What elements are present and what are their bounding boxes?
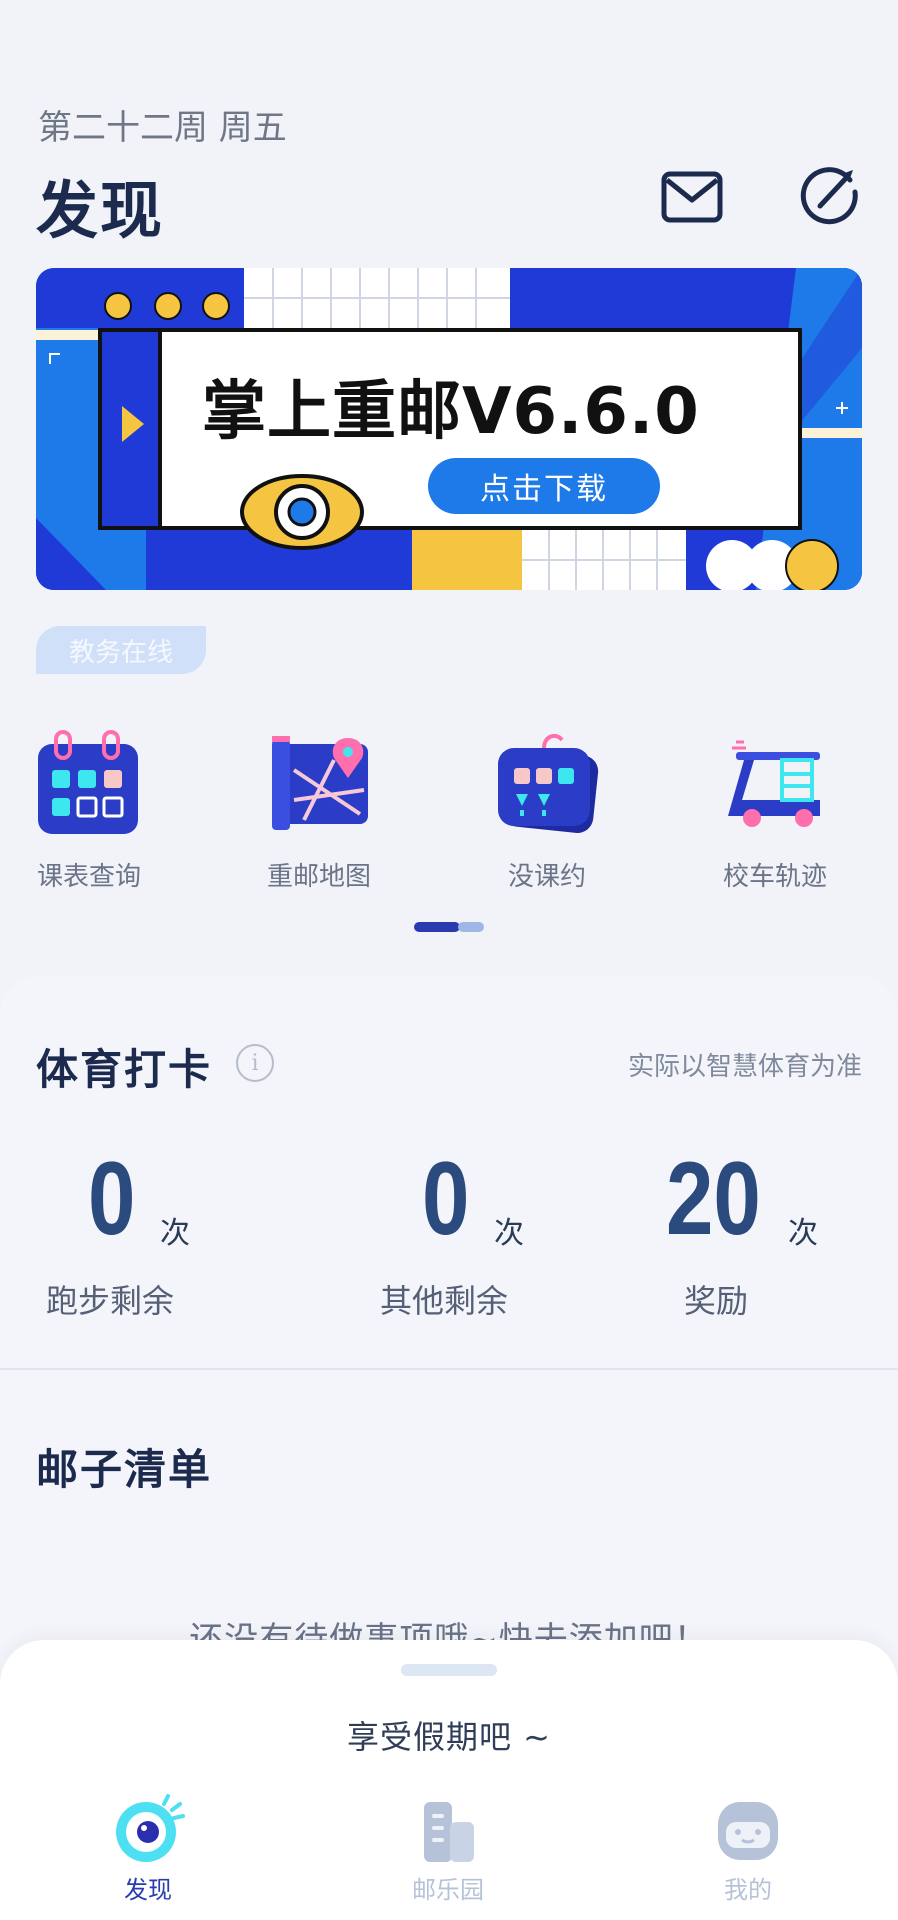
discover-eye-icon	[116, 1794, 185, 1862]
schedule-match-icon	[498, 733, 599, 834]
nav-label: 邮乐园	[412, 1876, 484, 1904]
sports-title: 体育打卡	[36, 1045, 213, 1094]
profile-face-icon	[718, 1802, 778, 1860]
shortcut-label: 没课约	[507, 862, 586, 892]
sheet-message: 享受假期吧 ~	[347, 1718, 551, 1756]
info-icon[interactable]: i	[236, 1044, 274, 1082]
promo-banner[interactable]: 掌上重邮V6.6.0 点击下载	[36, 268, 862, 590]
nav-label: 发现	[124, 1876, 172, 1904]
todo-title: 邮子清单	[36, 1445, 213, 1494]
shortcut-label: 校车轨迹	[722, 862, 827, 892]
nav-tab-discover[interactable]: 发现	[88, 1792, 208, 1905]
shortcut-label: 重邮地图	[266, 862, 371, 892]
week-label: 第二十二周 周五	[38, 108, 287, 148]
banner-title: 掌上重邮V6.6.0	[202, 375, 700, 449]
reward-value: 20	[666, 1141, 761, 1257]
reward-label: 奖励	[684, 1282, 749, 1320]
shortcut-free-time[interactable]: 没课约	[472, 730, 622, 893]
run-remaining-value: 0	[88, 1141, 136, 1257]
page-title: 发现	[36, 174, 165, 247]
divider	[0, 1368, 898, 1370]
nav-tab-mine[interactable]: 我的	[688, 1792, 808, 1905]
other-remaining-unit: 次	[494, 1216, 524, 1251]
building-icon	[424, 1802, 474, 1862]
shortcut-shuttle-bus[interactable]: 校车轨迹	[700, 730, 850, 893]
run-remaining-unit: 次	[160, 1216, 190, 1251]
shortcut-label: 课表查询	[36, 862, 141, 892]
shortcut-campus-map[interactable]: 重邮地图	[244, 730, 394, 893]
run-remaining-label: 跑步剩余	[46, 1282, 175, 1320]
nav-label: 我的	[724, 1876, 772, 1904]
other-remaining-label: 其他剩余	[380, 1282, 509, 1320]
reward-unit: 次	[788, 1216, 818, 1251]
mail-icon[interactable]	[660, 168, 724, 226]
shortcut-timetable[interactable]: 课表查询	[14, 730, 164, 893]
download-button[interactable]: 点击下载	[428, 458, 660, 514]
other-remaining-value: 0	[422, 1141, 470, 1257]
nav-tab-youleyuan[interactable]: 邮乐园	[388, 1792, 508, 1905]
sheet-drag-handle[interactable]	[401, 1664, 497, 1676]
page-indicator	[414, 922, 484, 932]
sports-note: 实际以智慧体育为准	[627, 1052, 862, 1082]
academic-section-tag: 教务在线	[36, 626, 206, 674]
calendar-icon	[38, 730, 138, 834]
bus-icon	[728, 740, 820, 827]
compass-icon[interactable]	[798, 162, 862, 226]
map-icon	[272, 736, 368, 830]
